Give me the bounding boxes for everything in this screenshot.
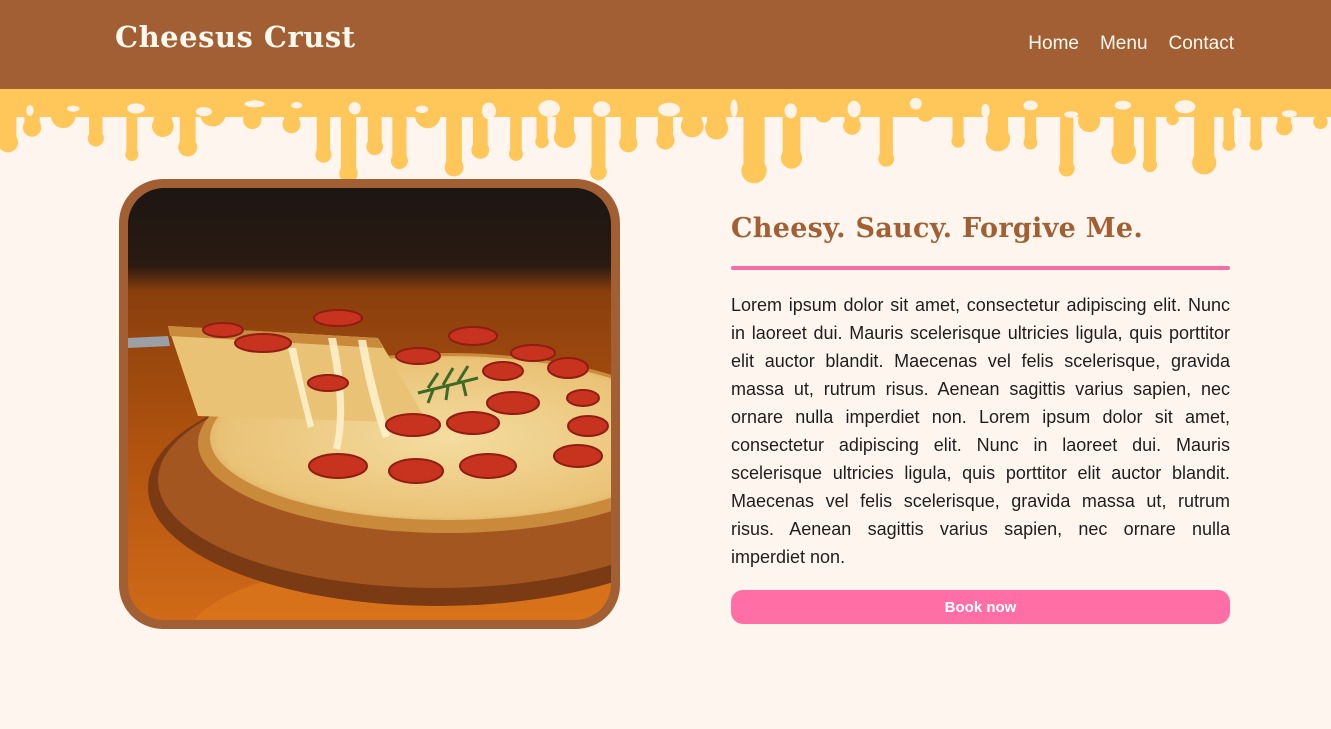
pizza-photo-frame (119, 179, 620, 629)
brand-logo[interactable]: Cheesus Crust (115, 20, 356, 54)
hero-headline: Cheesy. Saucy. Forgive Me. (731, 213, 1144, 244)
cheese-drip-border (0, 89, 1331, 184)
book-now-button[interactable]: Book now (731, 590, 1230, 624)
site-header: Cheesus Crust Home Menu Contact (0, 0, 1331, 89)
pizza-photo (128, 188, 611, 620)
headline-divider (731, 266, 1230, 270)
nav-home-link[interactable]: Home (1028, 33, 1079, 55)
nav-menu-link[interactable]: Menu (1100, 33, 1148, 55)
nav-contact-link[interactable]: Contact (1169, 33, 1234, 55)
hero-body-text: Lorem ipsum dolor sit amet, consectetur … (731, 295, 1230, 567)
hero-content: Cheesy. Saucy. Forgive Me. Lorem ipsum d… (731, 208, 1230, 624)
main-nav: Home Menu Contact (1028, 33, 1234, 55)
